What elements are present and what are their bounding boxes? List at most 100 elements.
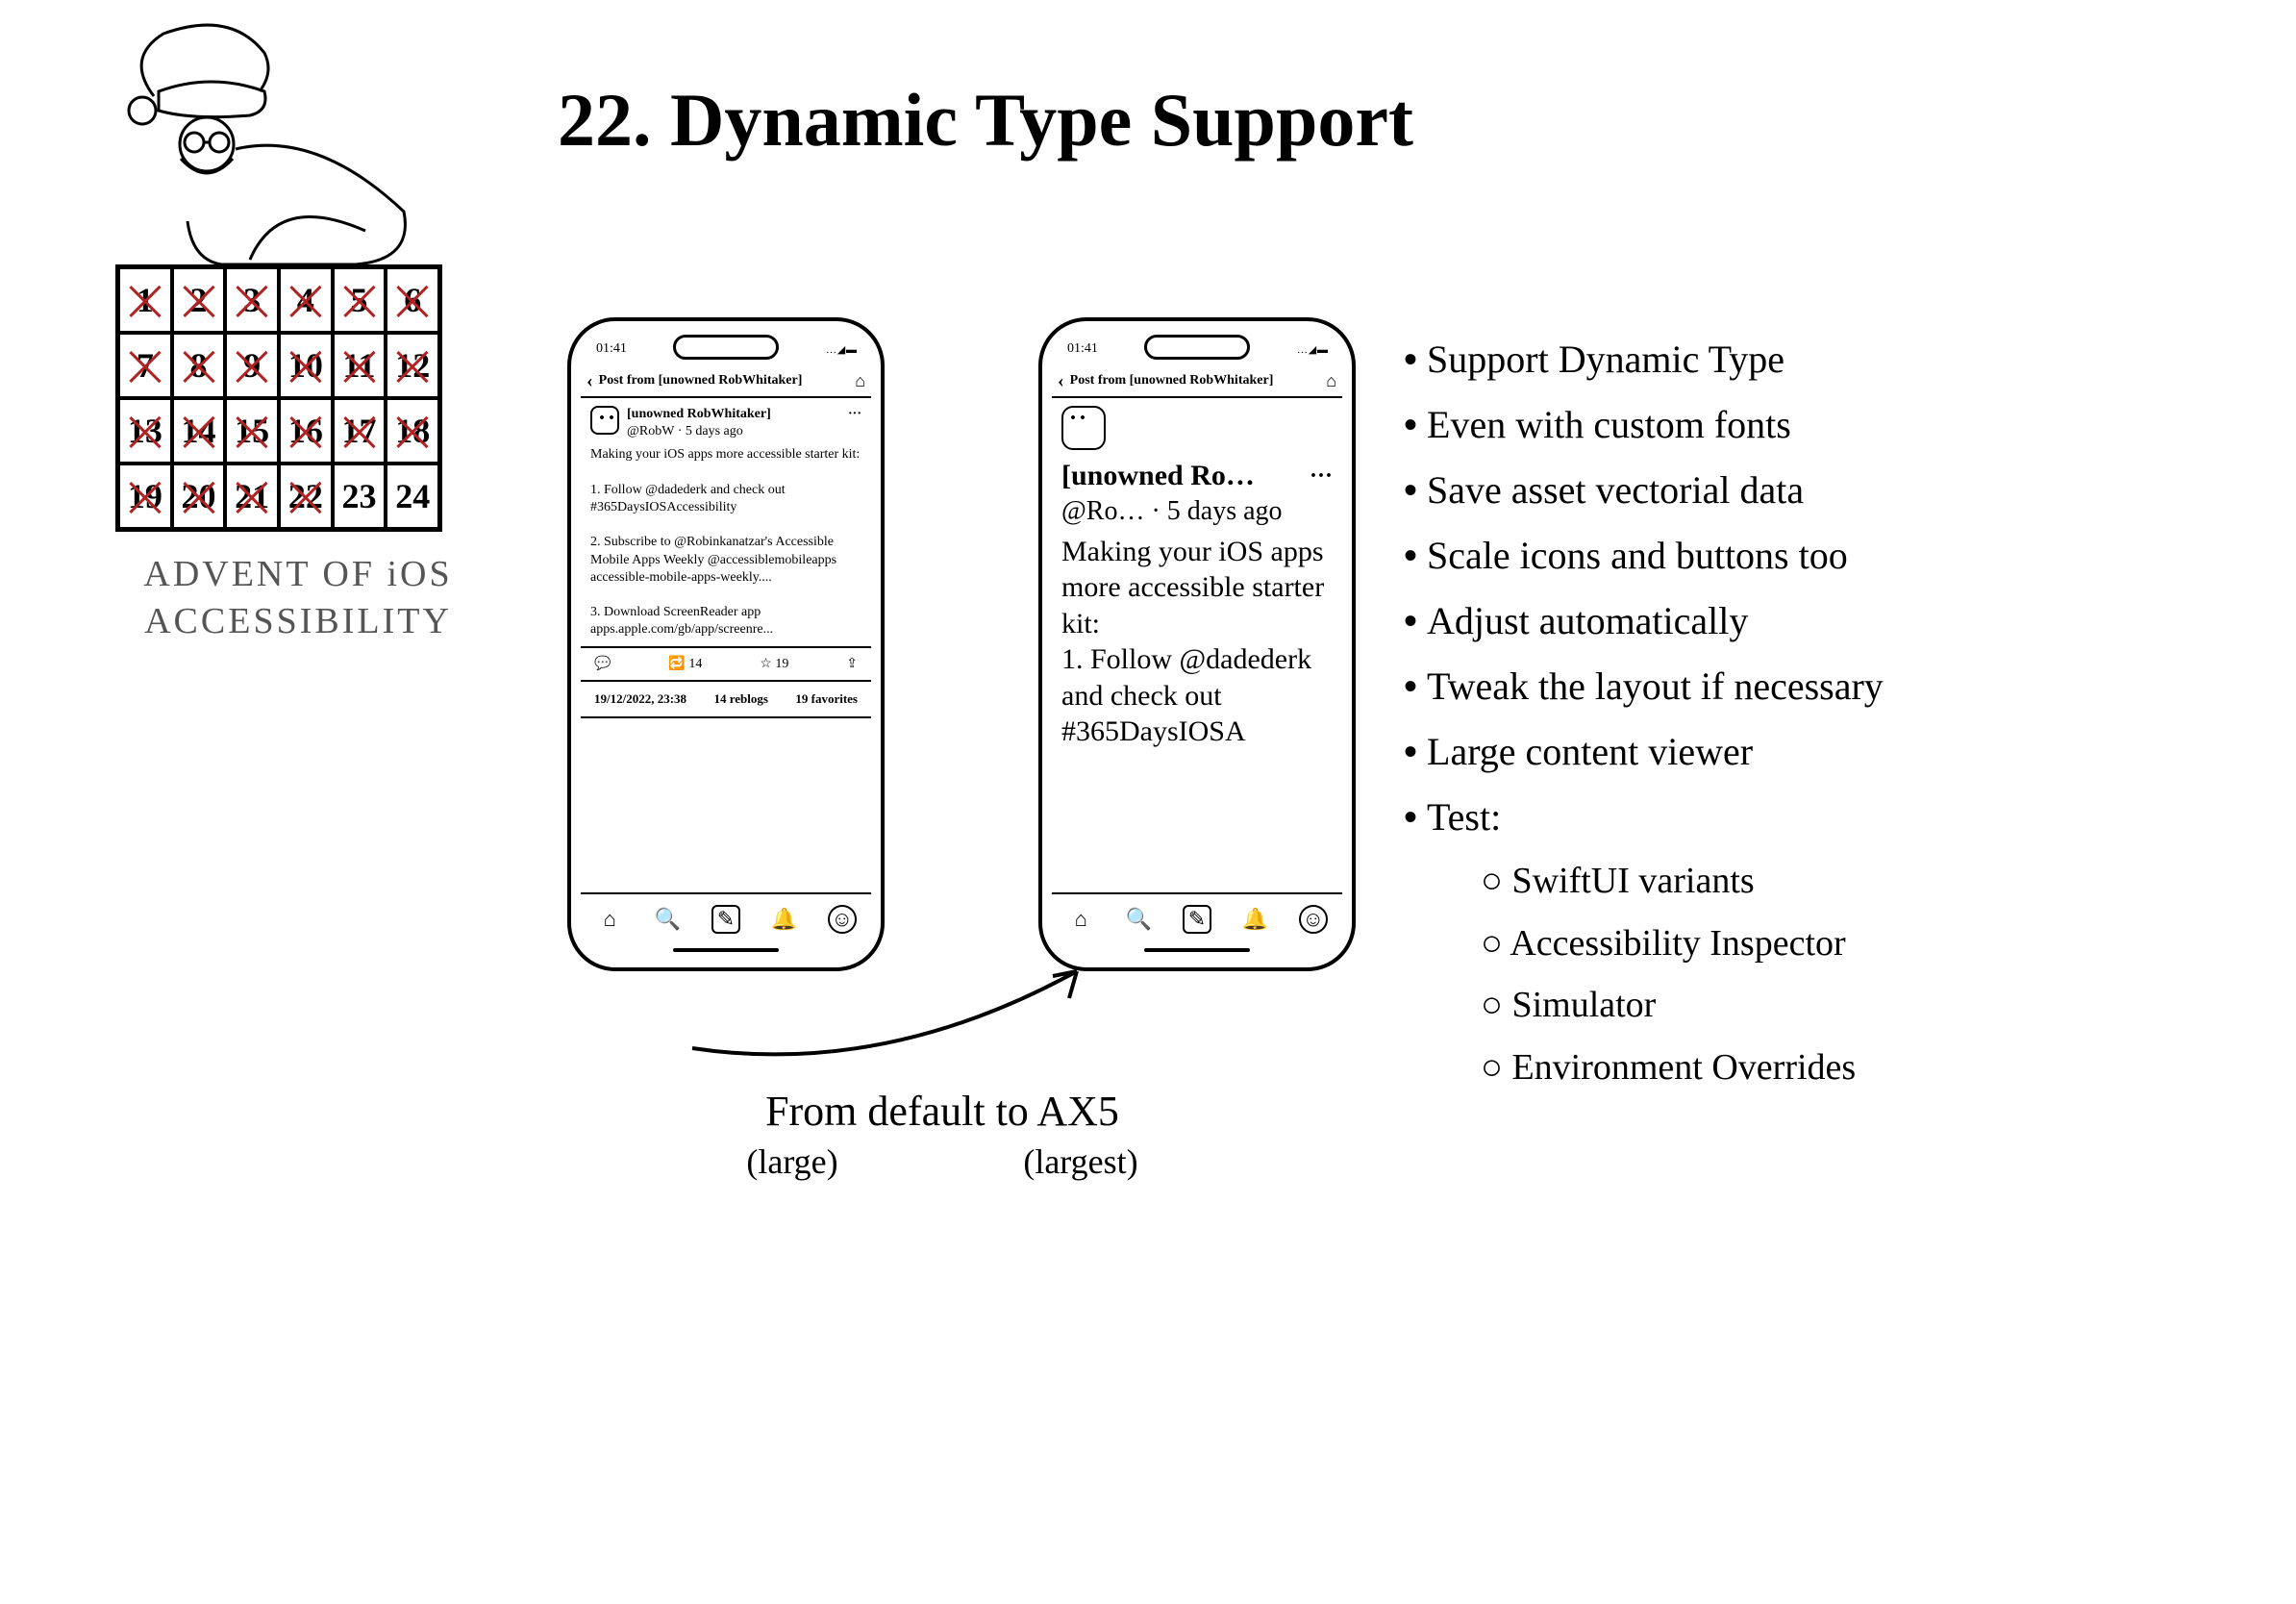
post-user-name: [unowned RobWhitaker] (627, 406, 840, 423)
favorite-action[interactable]: ☆ 19 (760, 656, 788, 672)
favorite-count: 19 favorites (795, 691, 858, 707)
avatar[interactable] (1061, 406, 1106, 450)
profile-tab-icon[interactable]: ☺ (1299, 905, 1328, 934)
calendar-day-4: 4 (279, 267, 333, 333)
home-tab-icon[interactable]: ⌂ (595, 905, 624, 934)
calendar-day-23: 23 (333, 464, 387, 529)
calendar-day-18: 18 (386, 398, 439, 464)
notifications-tab-icon[interactable]: 🔔 (1240, 905, 1269, 934)
back-icon[interactable]: ‹ (586, 370, 593, 392)
calendar-day-14: 14 (172, 398, 226, 464)
tab-bar: ⌂ 🔍 ✎ 🔔 ☺ (1052, 892, 1342, 944)
calendar-day-12: 12 (386, 333, 439, 398)
calendar-day-20: 20 (172, 464, 226, 529)
phone-notch (1144, 335, 1250, 360)
calendar-day-21: 21 (225, 464, 279, 529)
post-meta-row: 19/12/2022, 23:38 14 reblogs 19 favorite… (581, 680, 871, 718)
post-card: [unowned RobWhitaker] @RobW · 5 days ago… (581, 398, 871, 646)
phone-default-size: 01:41 … ◢ ▬ ‹ Post from [unowned RobWhit… (567, 317, 885, 971)
phone-notch (673, 335, 779, 360)
calendar-day-24: 24 (386, 464, 439, 529)
reply-icon[interactable]: 💬 (594, 656, 611, 672)
calendar-day-3: 3 (225, 267, 279, 333)
transition-arrow-block: From default to AX5 (large) (largest) (654, 952, 1231, 1182)
nav-title: Post from [unowned RobWhitaker] (1070, 373, 1321, 388)
calendar-day-2: 2 (172, 267, 226, 333)
santa-illustration (115, 19, 433, 269)
post-user-name: [unowned Ro… ··· (1061, 458, 1333, 494)
notifications-tab-icon[interactable]: 🔔 (769, 905, 798, 934)
bullet-item: Adjust automatically (1404, 589, 1884, 654)
calendar-day-10: 10 (279, 333, 333, 398)
compose-tab-icon[interactable]: ✎ (711, 905, 740, 934)
arrow-caption: From default to AX5 (654, 1082, 1231, 1141)
advent-calendar: 123456789101112131415161718192021222324 (115, 264, 442, 532)
bullet-item: Large content viewer (1404, 719, 1884, 785)
arrow-sub-row: (large) (largest) (654, 1141, 1231, 1182)
phones-comparison: 01:41 … ◢ ▬ ‹ Post from [unowned RobWhit… (567, 317, 1356, 971)
bullet-subitem: Environment Overrides (1481, 1037, 1884, 1099)
phone-ax5-size: 01:41 … ◢ ▬ ‹ Post from [unowned RobWhit… (1038, 317, 1356, 971)
bullet-item: Test: (1404, 785, 1884, 850)
advent-caption-line2: ACCESSIBILITY (115, 598, 481, 645)
calendar-day-1: 1 (118, 267, 172, 333)
calendar-day-16: 16 (279, 398, 333, 464)
search-tab-icon[interactable]: 🔍 (654, 905, 683, 934)
bullet-item: Tweak the layout if necessary (1404, 654, 1884, 719)
status-time: 01:41 (1067, 341, 1098, 357)
avatar[interactable] (590, 406, 619, 435)
compose-tab-icon[interactable]: ✎ (1183, 905, 1211, 934)
home-tab-icon[interactable]: ⌂ (1066, 905, 1095, 934)
notes-bullet-list: Support Dynamic TypeEven with custom fon… (1404, 327, 1884, 1098)
bullet-item: Even with custom fonts (1404, 392, 1884, 458)
advent-caption: ADVENT OF iOS ACCESSIBILITY (115, 551, 481, 646)
bullet-subitem: Simulator (1481, 974, 1884, 1037)
nav-home-icon[interactable]: ⌂ (1326, 371, 1336, 391)
post-user-handle: @RobW · 5 days ago (627, 423, 840, 440)
arrow-icon (654, 952, 1135, 1067)
back-icon[interactable]: ‹ (1058, 370, 1064, 392)
calendar-day-15: 15 (225, 398, 279, 464)
calendar-day-13: 13 (118, 398, 172, 464)
nav-bar: ‹ Post from [unowned RobWhitaker] ⌂ (1052, 365, 1342, 398)
post-card: [unowned Ro… ··· @Ro… · 5 days ago Makin… (1052, 398, 1342, 758)
search-tab-icon[interactable]: 🔍 (1125, 905, 1154, 934)
calendar-day-8: 8 (172, 333, 226, 398)
calendar-day-6: 6 (386, 267, 439, 333)
more-icon[interactable]: ··· (1310, 462, 1333, 490)
nav-title: Post from [unowned RobWhitaker] (599, 373, 850, 388)
bullet-subitem: Accessibility Inspector (1481, 913, 1884, 975)
profile-tab-icon[interactable]: ☺ (828, 905, 857, 934)
status-signal-icons: … ◢ ▬ (1297, 343, 1327, 356)
calendar-day-19: 19 (118, 464, 172, 529)
calendar-day-22: 22 (279, 464, 333, 529)
status-time: 01:41 (596, 341, 627, 357)
calendar-day-5: 5 (333, 267, 387, 333)
status-signal-icons: … ◢ ▬ (826, 343, 856, 356)
advent-caption-line1: ADVENT OF iOS (115, 551, 481, 598)
calendar-day-9: 9 (225, 333, 279, 398)
reblog-action[interactable]: 🔁 14 (668, 656, 702, 672)
post-user-handle: @Ro… · 5 days ago (1061, 494, 1333, 528)
nav-home-icon[interactable]: ⌂ (855, 371, 865, 391)
advent-logo-block: 123456789101112131415161718192021222324 … (115, 19, 481, 646)
post-timestamp: 19/12/2022, 23:38 (594, 691, 686, 707)
bullet-item: Scale icons and buttons too (1404, 523, 1884, 589)
post-body: Making your iOS apps more accessible sta… (1061, 534, 1333, 750)
post-header: [unowned RobWhitaker] @RobW · 5 days ago… (590, 406, 861, 440)
tab-bar: ⌂ 🔍 ✎ 🔔 ☺ (581, 892, 871, 944)
share-icon[interactable]: ⇪ (846, 656, 858, 672)
bullet-item: Support Dynamic Type (1404, 327, 1884, 392)
arrow-sub-left: (large) (746, 1141, 837, 1182)
post-actions-row: 💬 🔁 14 ☆ 19 ⇪ (581, 646, 871, 680)
post-body: Making your iOS apps more accessible sta… (590, 446, 861, 639)
arrow-sub-right: (largest) (1023, 1141, 1137, 1182)
calendar-day-17: 17 (333, 398, 387, 464)
nav-bar: ‹ Post from [unowned RobWhitaker] ⌂ (581, 365, 871, 398)
reblog-count: 14 reblogs (713, 691, 767, 707)
calendar-day-11: 11 (333, 333, 387, 398)
more-icon[interactable]: ··· (848, 406, 861, 423)
bullet-item: Save asset vectorial data (1404, 458, 1884, 523)
bullet-subitem: SwiftUI variants (1481, 850, 1884, 913)
page-title: 22. Dynamic Type Support (558, 77, 1413, 163)
